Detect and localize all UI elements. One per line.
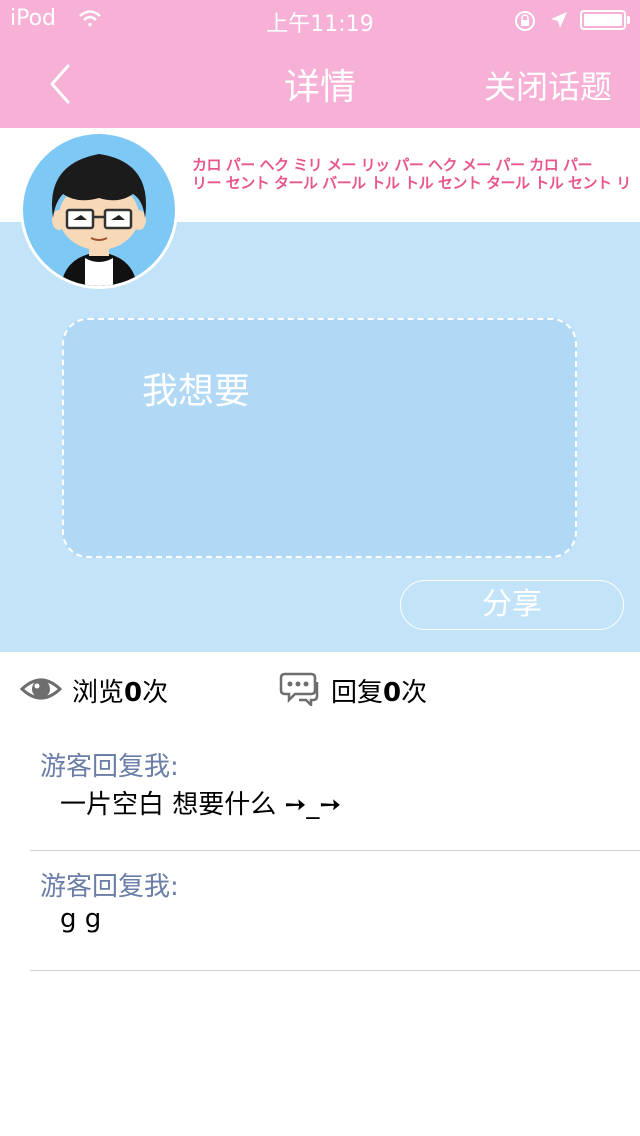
share-button[interactable]: 分享 xyxy=(400,580,624,630)
marquee-line-1: カロ パー ヘク ミリ メー リッ パー ヘク メー パー カロ パー xyxy=(192,156,592,174)
chat-bubble-icon xyxy=(279,672,319,706)
battery-tip xyxy=(627,16,630,24)
close-topic-button[interactable]: 关闭话题 xyxy=(484,62,612,108)
rotation-lock-icon xyxy=(514,10,536,36)
marquee-text: カロ パー ヘク ミリ メー リッ パー ヘク メー パー カロ パー リー セ… xyxy=(192,156,632,192)
avatar[interactable] xyxy=(20,131,178,289)
reply-author: 游客回复我: xyxy=(40,752,179,782)
reply-item: 游客回复我: 一片空白 想要什么 ➙_➙ xyxy=(30,730,640,851)
replies-count-label: 回复0次 xyxy=(331,678,428,708)
reply-author: 游客回复我: xyxy=(40,872,179,902)
reply-item: 游客回复我: g g xyxy=(30,850,640,971)
post-content-box xyxy=(62,318,577,558)
marquee-line-2: リー セント タール バール トル トル セント タール トル セント リー セ… xyxy=(192,174,632,192)
cartoon-avatar-image xyxy=(23,134,175,286)
views-count-label: 浏览0次 xyxy=(72,678,169,708)
battery-icon xyxy=(580,10,626,30)
reply-text: 一片空白 想要什么 ➙_➙ xyxy=(60,790,342,820)
status-time: 上午11:19 xyxy=(266,12,374,37)
eye-icon xyxy=(20,678,62,700)
status-bar: iPod 上午11:19 xyxy=(0,0,640,40)
reply-text: g g xyxy=(60,904,102,934)
location-arrow-icon xyxy=(549,10,569,34)
post-content-text: 我想要 xyxy=(142,371,251,412)
